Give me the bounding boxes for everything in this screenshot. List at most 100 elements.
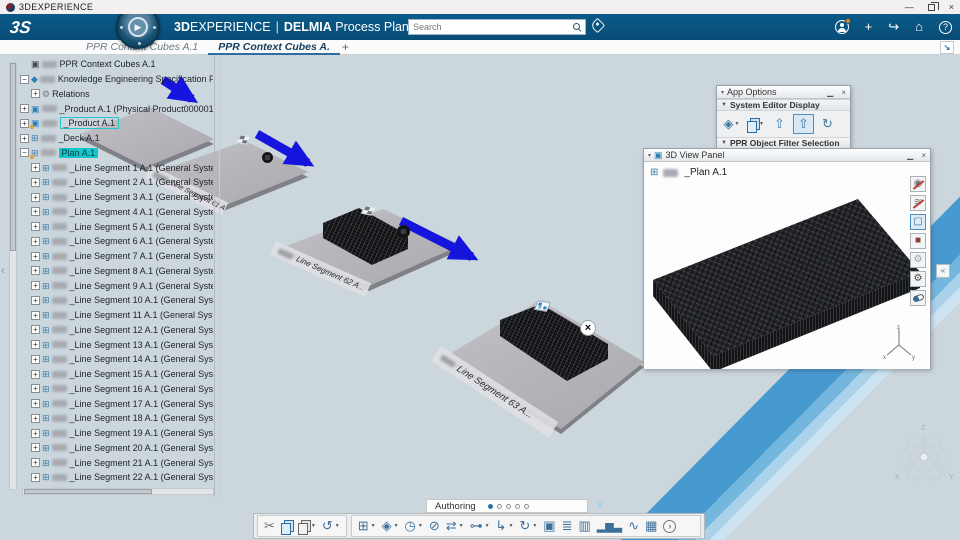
- page-dot[interactable]: [523, 503, 529, 509]
- share-icon[interactable]: ↪: [888, 20, 899, 34]
- 3ds-logo[interactable]: 3S: [9, 18, 32, 38]
- tree-node-label[interactable]: Knowledge Engineering Specification Phys…: [58, 74, 213, 84]
- tree-expander-icon[interactable]: +: [31, 413, 40, 423]
- load-with-time-button[interactable]: ⇧: [769, 114, 790, 134]
- tree-expander-icon[interactable]: +: [31, 163, 40, 173]
- tree-row[interactable]: +⊞ _Line Segment 14 A.1 (General System00…: [31, 352, 213, 367]
- tag-icon[interactable]: [589, 17, 606, 34]
- tree-node-label[interactable]: _Line Segment 2 A.1 (General System00001…: [70, 177, 213, 187]
- add-content-button[interactable]: +: [865, 20, 873, 34]
- tree-row[interactable]: + ⚙ Relations: [31, 87, 213, 102]
- display-mode-button[interactable]: ◈ ▼: [721, 114, 742, 134]
- swap-flow-button[interactable]: ⇄ ▼: [443, 516, 467, 536]
- tree-node-label[interactable]: _Line Segment 16 A.1 (General System0000…: [70, 384, 213, 394]
- tree-expander-icon[interactable]: +: [31, 222, 40, 232]
- tree-row[interactable]: +⊞ _Line Segment 6 A.1 (General System000…: [31, 234, 213, 249]
- 3d-view-panel-title-bar[interactable]: ▾ ▣ 3D View Panel ▁ ×: [644, 149, 930, 162]
- minimize-button[interactable]: —: [905, 2, 914, 12]
- tree-expander-icon[interactable]: +: [31, 236, 40, 246]
- search-input[interactable]: [413, 22, 573, 32]
- undo-button[interactable]: ↺ ▼: [319, 516, 343, 536]
- dropdown-arrow-icon[interactable]: ▼: [335, 523, 340, 529]
- tree-expander-icon[interactable]: +: [31, 384, 40, 394]
- tree-node-label[interactable]: _Line Segment 20 A.1 (General System0000…: [70, 443, 213, 453]
- play-icon[interactable]: ▶: [128, 17, 148, 37]
- tree-expander-icon[interactable]: +: [31, 310, 40, 320]
- status-chevron-icon[interactable]: ∨: [596, 498, 604, 511]
- tree-expander-icon[interactable]: +: [31, 399, 40, 409]
- cut-button[interactable]: ✂: [261, 516, 278, 536]
- tree-expander-icon[interactable]: +: [20, 133, 29, 143]
- tree-node-label[interactable]: _Line Segment 3 A.1 (General System00001…: [70, 192, 213, 202]
- search-icon[interactable]: [573, 23, 581, 31]
- scrollbar-thumb[interactable]: [24, 489, 152, 494]
- tree-row[interactable]: +⊞ _Line Segment 8 A.1 (General System000…: [31, 264, 213, 279]
- dropdown-arrow-icon[interactable]: ▼: [394, 523, 399, 529]
- collapse-panel-chevron-icon[interactable]: ‹: [1, 265, 5, 277]
- status-dot-icon[interactable]: [397, 225, 410, 238]
- tree-row[interactable]: − ⊞ Plan A.1: [20, 146, 213, 161]
- tree-expander-icon[interactable]: +: [31, 177, 40, 187]
- tree-node-label[interactable]: _Deck A.1: [59, 133, 100, 143]
- window-transfer-button[interactable]: ▥: [575, 516, 593, 536]
- milestone-x-icon[interactable]: ×: [580, 320, 596, 336]
- tree-row[interactable]: +⊞ _Line Segment 19 A.1 (General System00…: [31, 426, 213, 441]
- tree-row[interactable]: +⊞ _Line Segment 5 A.1 (General System000…: [31, 219, 213, 234]
- tree-expander-icon[interactable]: +: [31, 428, 40, 438]
- tree-expander-icon[interactable]: +: [31, 472, 40, 482]
- red-cube-button[interactable]: ■: [910, 233, 926, 249]
- gears-button[interactable]: ⚙: [910, 252, 926, 268]
- capsule-button[interactable]: [910, 290, 926, 306]
- dropdown-arrow-icon[interactable]: ▼: [485, 523, 490, 529]
- restore-button[interactable]: [927, 1, 939, 11]
- tree-node-label[interactable]: _Line Segment 11 A.1 (General System0000…: [70, 310, 213, 320]
- user-profile-icon[interactable]: [834, 18, 851, 34]
- prohibit-button[interactable]: ⊘: [426, 516, 443, 536]
- tree-row[interactable]: +⊞ _Line Segment 13 A.1 (General System00…: [31, 337, 213, 352]
- tree-node-label[interactable]: _Line Segment 18 A.1 (General System0000…: [70, 413, 213, 423]
- tree-node-label[interactable]: _Product A.1: [59, 117, 120, 130]
- sequence-refresh-button[interactable]: ↻ ▼: [516, 516, 540, 536]
- dropdown-arrow-icon[interactable]: ▼: [735, 121, 740, 127]
- dropdown-arrow-icon[interactable]: ▼: [418, 523, 423, 529]
- tree-node-label[interactable]: Plan A.1: [58, 147, 99, 158]
- tree-expander-icon[interactable]: +: [31, 458, 40, 468]
- tree-row[interactable]: +⊞ _Line Segment 15 A.1 (General System00…: [31, 367, 213, 382]
- tree-row[interactable]: −◆ Knowledge Engineering Specification Ph…: [20, 72, 213, 87]
- search-box[interactable]: [408, 19, 586, 35]
- tree-expander-icon[interactable]: +: [31, 89, 40, 99]
- scrollbar-thumb[interactable]: [10, 63, 16, 251]
- tree-row[interactable]: + ⊞ _Deck A.1: [20, 131, 213, 146]
- gateway-button[interactable]: ◈ ▼: [379, 516, 402, 536]
- page-dot[interactable]: [514, 503, 520, 509]
- tree-node-label[interactable]: _Line Segment 6 A.1 (General System00002…: [70, 236, 213, 246]
- tree-node-label[interactable]: _Line Segment 13 A.1 (General System0000…: [70, 340, 213, 350]
- page-dots[interactable]: [487, 503, 529, 509]
- dropdown-arrow-icon[interactable]: ▼: [371, 523, 376, 529]
- panel-collapse-icon[interactable]: ▾: [648, 152, 651, 159]
- update-button[interactable]: ⇧: [793, 114, 814, 134]
- tree-expander-icon[interactable]: +: [31, 369, 40, 379]
- minimize-panel-icon[interactable]: ▁: [827, 88, 833, 97]
- close-panel-icon[interactable]: ×: [841, 88, 846, 97]
- tree-node-label[interactable]: Relations: [52, 89, 90, 99]
- page-dot[interactable]: [496, 503, 502, 509]
- time-constraint-button[interactable]: ◷ ▼: [402, 516, 426, 536]
- tab-ppr-context-cubes-2[interactable]: PPR Context Cubes A.: [208, 40, 340, 55]
- tree-row[interactable]: +⊞ _Line Segment 7 A.1 (General System000…: [31, 249, 213, 264]
- insert-activity-button[interactable]: ⊞ ▼: [355, 516, 379, 536]
- dropdown-arrow-icon[interactable]: ▼: [459, 523, 464, 529]
- list-view-button[interactable]: ≣: [559, 516, 576, 536]
- tree-node-label[interactable]: _Line Segment 8 A.1 (General System00002…: [70, 266, 213, 276]
- tree-node-label[interactable]: _Line Segment 7 A.1 (General System00002…: [70, 251, 213, 261]
- expand-side-panel-button[interactable]: «: [936, 264, 950, 278]
- tree-node-label[interactable]: _Line Segment 12 A.1 (General System0000…: [70, 325, 213, 335]
- copy-button[interactable]: [278, 516, 295, 536]
- tree-expander-icon[interactable]: −: [20, 74, 29, 84]
- tree-row[interactable]: +⊞ _Line Segment 22 A.1 (General System00…: [31, 470, 213, 485]
- tree-expander-icon[interactable]: +: [31, 281, 40, 291]
- tree-row[interactable]: +⊞ _Line Segment 10 A.1 (General System00…: [31, 293, 213, 308]
- tree-expander-icon[interactable]: +: [31, 295, 40, 305]
- tree-expander-icon[interactable]: +: [31, 192, 40, 202]
- tree-row[interactable]: +⊞ _Line Segment 9 A.1 (General System000…: [31, 278, 213, 293]
